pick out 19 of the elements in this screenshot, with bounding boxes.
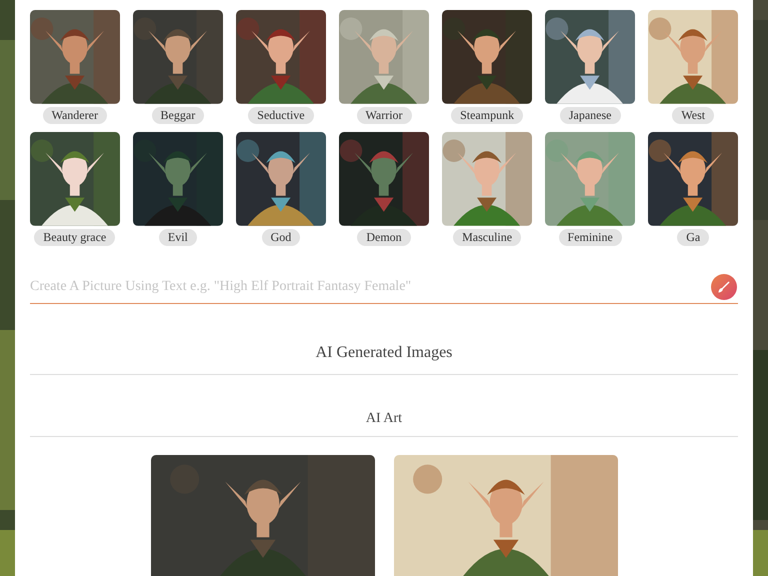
style-label[interactable]: Demon [357,228,411,246]
style-label[interactable]: Seductive [248,106,314,124]
section-title: AI Art [30,374,738,437]
section-title: AI Generated Images [30,304,738,375]
brush-icon [717,280,731,294]
style-label[interactable]: Warrior [356,106,412,124]
style-label[interactable]: Masculine [453,228,522,246]
style-label[interactable]: Evil [158,228,197,246]
style-label[interactable]: God [262,228,300,246]
style-label[interactable]: Feminine [558,228,622,246]
style-label[interactable]: Ga [677,228,710,246]
style-label[interactable]: Wanderer [42,106,107,124]
style-label[interactable]: Beggar [152,106,204,124]
style-label[interactable]: West [672,106,714,124]
style-label[interactable]: Japanese [560,106,620,124]
prompt-field[interactable]: Create A Picture Using Text e.g. "High Elf Portrait Fantasy Female" [30,279,711,296]
style-label[interactable]: Steampunk [451,106,524,124]
style-label[interactable]: Beauty grace [34,228,116,246]
generate-button[interactable] [711,274,737,300]
